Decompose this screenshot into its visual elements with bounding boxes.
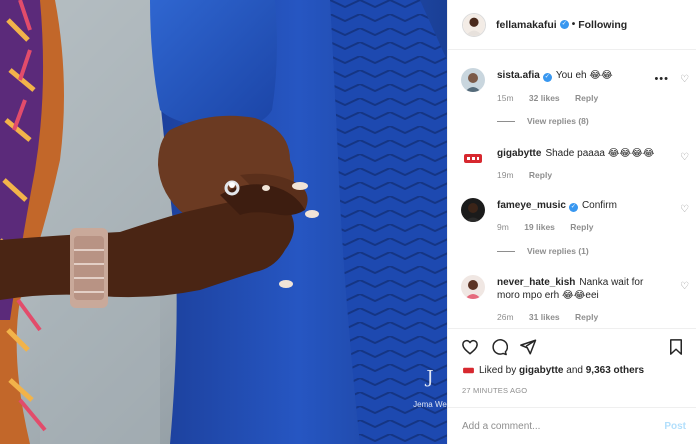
following-button[interactable]: Following bbox=[578, 19, 627, 31]
comment-time[interactable]: 15m bbox=[497, 93, 514, 103]
comment-item: gigabytte Shade paaaa 😂😂😂😂 ♡ 19m Reply bbox=[461, 146, 696, 186]
heart-icon[interactable] bbox=[461, 338, 479, 356]
post-side-panel: fellamakafui ✓ • Following sista.afia ✓ Yo… bbox=[447, 0, 696, 444]
photographer-watermark: J Jema We bbox=[410, 367, 447, 410]
more-options-icon[interactable]: ••• bbox=[654, 73, 669, 85]
verified-badge-icon: ✓ bbox=[568, 203, 578, 212]
comment-text: sista.afia ✓ You eh 😂😂 bbox=[497, 69, 667, 82]
likes-count-button[interactable]: 9,363 others bbox=[586, 365, 644, 376]
instagram-post: J Jema We fellamakafui ✓ • Following sis… bbox=[0, 0, 696, 444]
replies-divider bbox=[497, 120, 515, 122]
liked-by-prefix: Liked by bbox=[479, 365, 517, 376]
action-icons-row bbox=[461, 338, 689, 358]
reply-button[interactable]: Reply bbox=[575, 312, 598, 322]
view-replies-label: View replies (1) bbox=[527, 246, 589, 256]
watermark-text: Jema We bbox=[413, 400, 447, 409]
comment-item: sista.afia ✓ You eh 😂😂 ••• ♡ 15m 32 likes … bbox=[461, 68, 696, 142]
reply-button[interactable]: Reply bbox=[575, 93, 598, 103]
comment-item: never_hate_kish Nanka wait for moro mpo e… bbox=[461, 275, 696, 328]
comment-username[interactable]: sista.afia ✓ bbox=[497, 70, 552, 82]
comment-username[interactable]: gigabytte bbox=[497, 148, 541, 159]
bookmark-icon[interactable] bbox=[667, 338, 685, 356]
comment-item: fameye_music ✓ Confirm ♡ 9m 19 likes Reply bbox=[461, 198, 696, 248]
view-replies-button[interactable]: View replies (8) bbox=[497, 116, 589, 126]
comment-content: Shade paaaa 😂😂😂😂 bbox=[545, 148, 655, 159]
commenter-avatar[interactable] bbox=[461, 68, 485, 92]
like-comment-heart-icon[interactable]: ♡ bbox=[680, 74, 689, 85]
reply-button[interactable]: Reply bbox=[529, 170, 552, 180]
commenter-avatar[interactable] bbox=[461, 198, 485, 222]
comment-content: You eh 😂😂 bbox=[555, 70, 613, 81]
commenter-avatar[interactable] bbox=[461, 146, 485, 170]
comment-input[interactable]: Add a comment... bbox=[462, 421, 540, 432]
comment-meta: 15m 32 likes Reply bbox=[497, 93, 611, 103]
view-replies-button[interactable]: View replies (1) bbox=[497, 246, 589, 256]
comment-meta: 26m 31 likes Reply bbox=[497, 312, 611, 322]
comment-likes[interactable]: 19 likes bbox=[524, 222, 555, 232]
commenter-avatar[interactable] bbox=[461, 275, 485, 299]
comment-time[interactable]: 9m bbox=[497, 222, 509, 232]
photo-holding-hands bbox=[0, 0, 447, 444]
comment-icon[interactable] bbox=[490, 338, 508, 356]
author-avatar[interactable] bbox=[462, 12, 486, 37]
post-actions: Liked by gigabytte and 9,363 others 27 M… bbox=[448, 328, 696, 444]
liked-by-and: and bbox=[566, 365, 583, 376]
comment-meta: 19m Reply bbox=[497, 170, 565, 180]
liker-avatar[interactable] bbox=[462, 364, 475, 377]
comment-likes[interactable]: 32 likes bbox=[529, 93, 560, 103]
comment-username[interactable]: never_hate_kish bbox=[497, 277, 575, 288]
share-icon[interactable] bbox=[519, 338, 537, 356]
comment-time[interactable]: 26m bbox=[497, 312, 514, 322]
reply-button[interactable]: Reply bbox=[570, 222, 593, 232]
liked-by-summary: Liked by gigabytte and 9,363 others bbox=[462, 364, 644, 377]
like-comment-heart-icon[interactable]: ♡ bbox=[680, 152, 689, 163]
comment-meta: 9m 19 likes Reply bbox=[497, 222, 606, 232]
post-header: fellamakafui ✓ • Following bbox=[448, 0, 696, 50]
verified-badge-icon: ✓ bbox=[559, 20, 569, 29]
comment-content: Confirm bbox=[581, 200, 617, 211]
post-photo[interactable]: J Jema We bbox=[0, 0, 447, 444]
like-comment-heart-icon[interactable]: ♡ bbox=[680, 281, 689, 292]
replies-divider bbox=[497, 250, 515, 252]
comment-time[interactable]: 19m bbox=[497, 170, 514, 180]
verified-badge-icon: ✓ bbox=[542, 73, 552, 82]
watermark-logo: J bbox=[426, 367, 434, 388]
comment-text: fameye_music ✓ Confirm bbox=[497, 199, 667, 212]
comment-username[interactable]: fameye_music ✓ bbox=[497, 200, 578, 212]
comment-text: gigabytte Shade paaaa 😂😂😂😂 bbox=[497, 147, 667, 160]
view-replies-label: View replies (8) bbox=[527, 116, 589, 126]
author-username[interactable]: fellamakafui bbox=[496, 19, 557, 31]
liked-by-user[interactable]: gigabytte bbox=[519, 365, 563, 376]
comment-likes[interactable]: 31 likes bbox=[529, 312, 560, 322]
separator-dot: • bbox=[571, 19, 576, 30]
post-comment-button[interactable]: Post bbox=[664, 421, 686, 432]
like-comment-heart-icon[interactable]: ♡ bbox=[680, 204, 689, 215]
add-comment-bar: Add a comment... Post bbox=[448, 407, 696, 445]
comment-text: never_hate_kish Nanka wait for moro mpo e… bbox=[497, 276, 647, 302]
comments-list[interactable]: sista.afia ✓ You eh 😂😂 ••• ♡ 15m 32 likes … bbox=[448, 50, 696, 328]
post-timestamp[interactable]: 27 MINUTES AGO bbox=[462, 386, 527, 395]
